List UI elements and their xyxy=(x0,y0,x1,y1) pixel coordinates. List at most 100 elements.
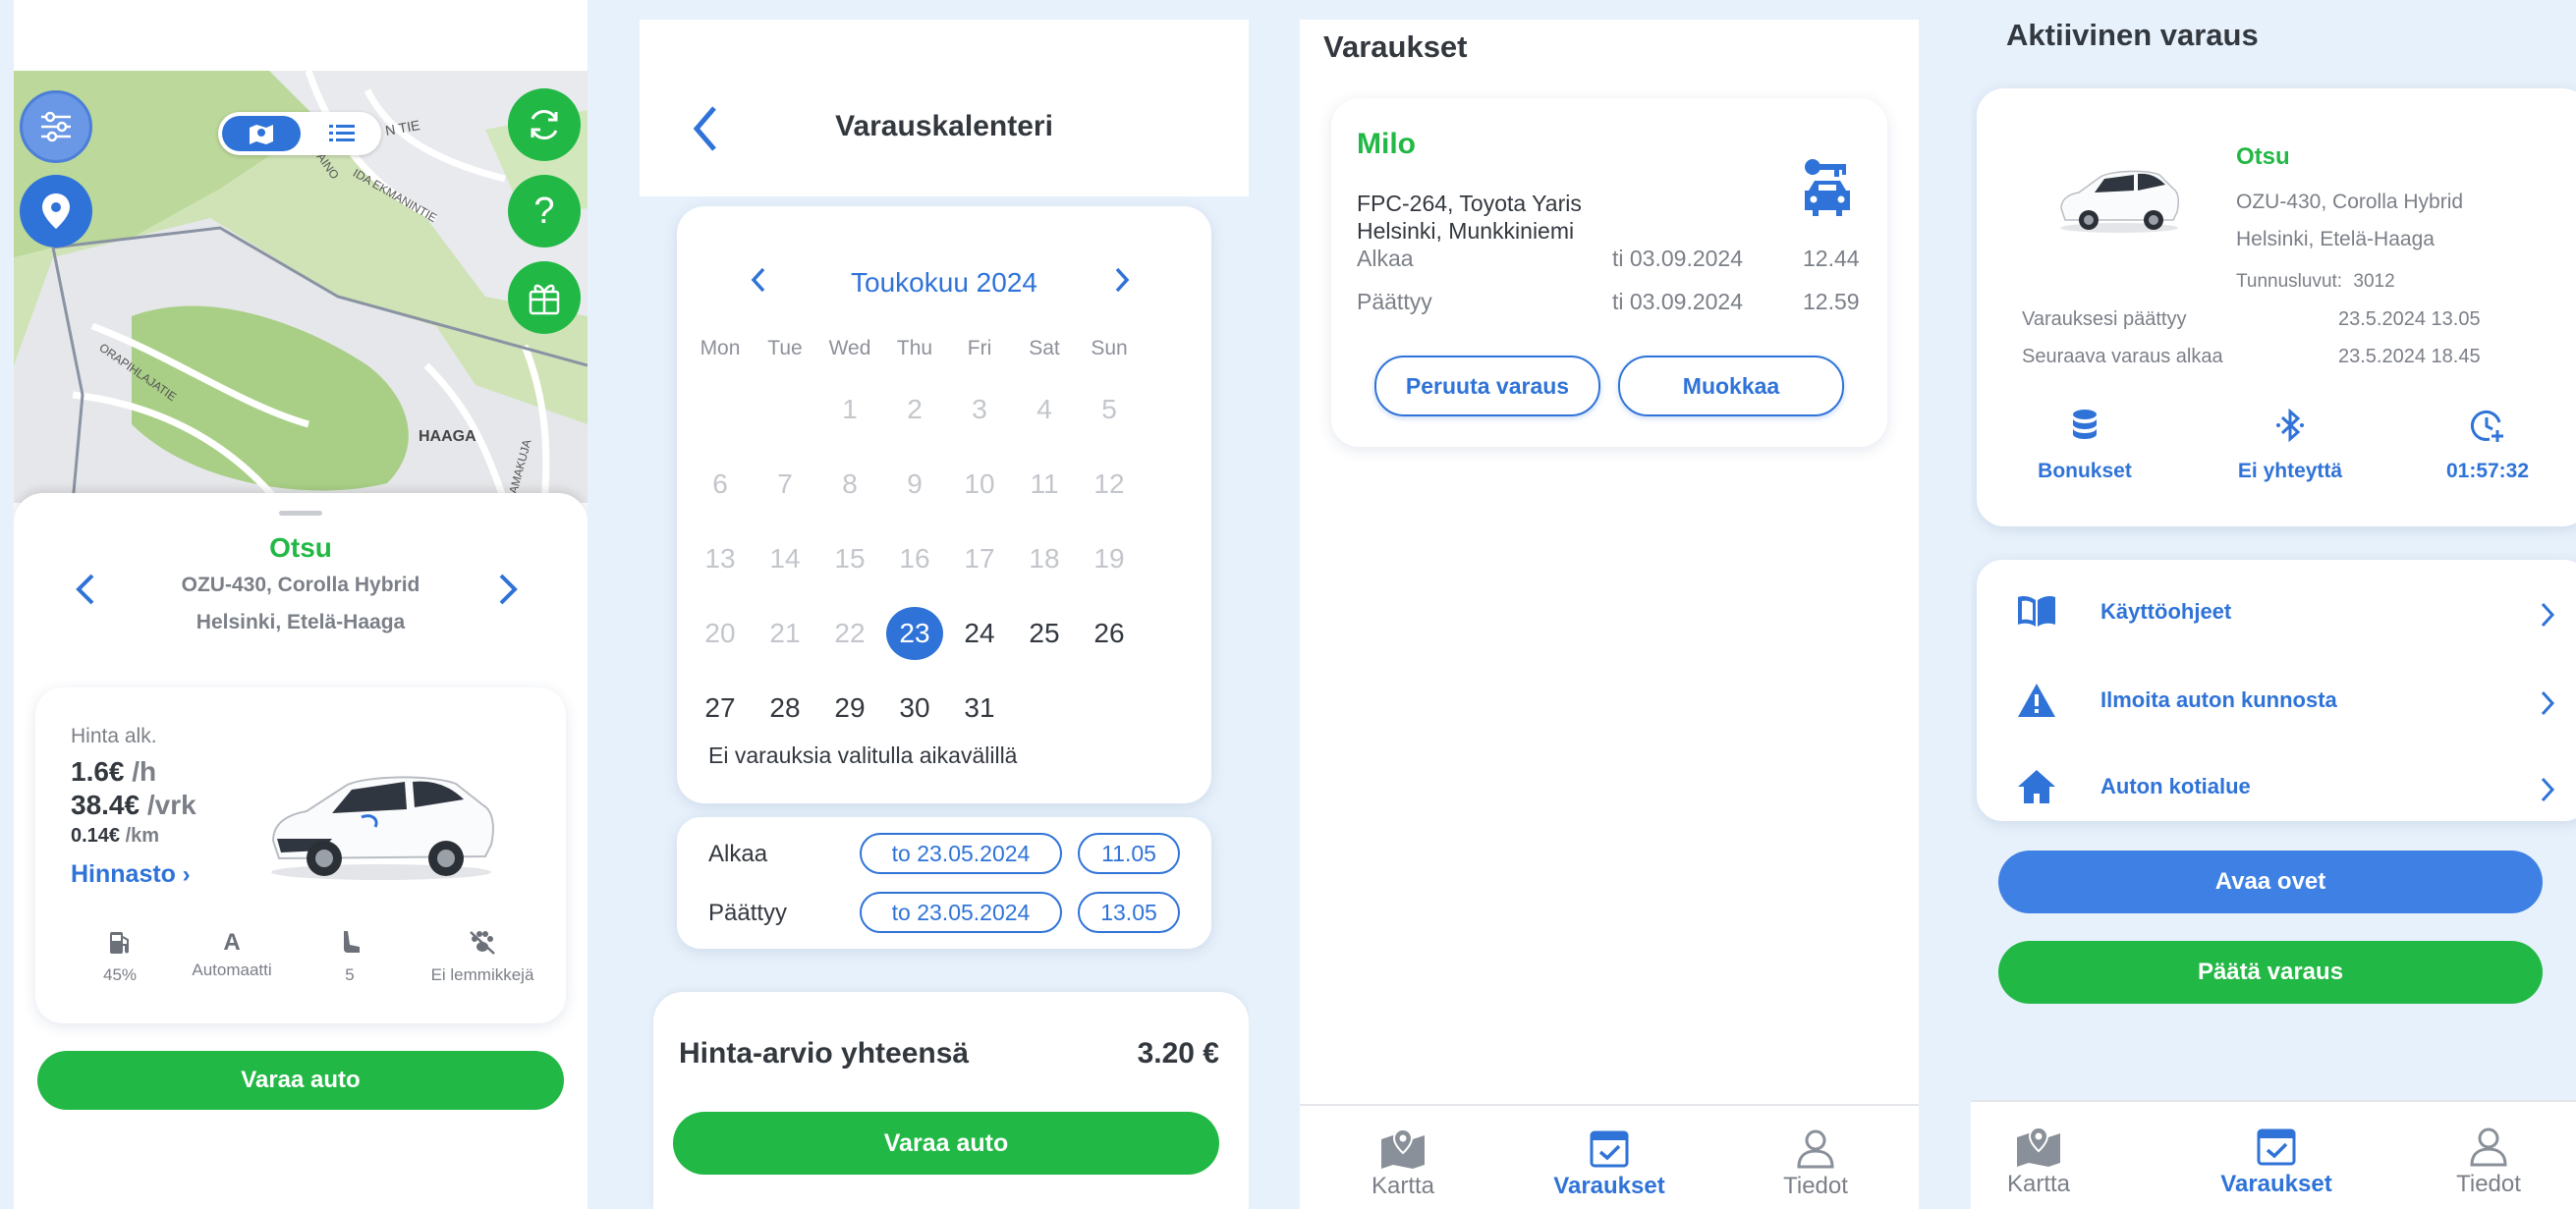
map-view-toggle[interactable] xyxy=(222,116,301,151)
nav-info[interactable]: Tiedot xyxy=(1762,1127,1870,1200)
calendar-day-selected[interactable]: 23 xyxy=(886,607,943,660)
end-date-field[interactable]: to 23.05.2024 xyxy=(860,892,1062,933)
start-time-field[interactable]: 11.05 xyxy=(1078,833,1180,874)
weekday-label: Sun xyxy=(1091,337,1128,359)
next-car-button[interactable] xyxy=(493,572,529,611)
calendar-day[interactable]: 25 xyxy=(1015,609,1074,658)
code-row: Tunnusluvut: 3012 xyxy=(2236,271,2395,293)
list-icon xyxy=(329,125,355,141)
map-label: HAAGA xyxy=(419,428,476,445)
page-title: Varaukset xyxy=(1323,29,1468,64)
filter-sliders-icon xyxy=(41,111,71,142)
weekday-label: Wed xyxy=(828,337,871,359)
booking-car-location: Helsinki, Munkkiniemi xyxy=(1357,218,1575,244)
refresh-icon xyxy=(531,109,558,140)
calendar-day: 22 xyxy=(834,618,866,648)
calendar-day: 15 xyxy=(834,543,866,574)
feature-seats: 5 xyxy=(301,929,399,985)
calendar-day[interactable]: 31 xyxy=(950,684,1009,733)
fuel-icon xyxy=(110,932,129,954)
price-card: Hinta alk. 1.6€ /h 38.4€ /vrk 0.14€ /km … xyxy=(35,687,566,1023)
calendar-day[interactable]: 24 xyxy=(950,609,1009,658)
calendar-check-icon xyxy=(2257,1128,2296,1166)
back-button[interactable] xyxy=(689,102,728,155)
calendar-day: 2 xyxy=(907,394,923,424)
book-car-button[interactable]: Varaa auto xyxy=(37,1051,564,1110)
previous-month-button[interactable] xyxy=(748,265,777,304)
chevron-right-icon xyxy=(499,574,518,605)
list-view-toggle[interactable] xyxy=(307,116,377,151)
calendar-day[interactable]: 29 xyxy=(820,684,879,733)
end-booking-button[interactable]: Päätä varaus xyxy=(1998,941,2543,1004)
calendar-day: 1 xyxy=(842,394,858,424)
feature-transmission: A Automaatti xyxy=(183,929,281,980)
price-day-value: 38.4€ xyxy=(71,790,140,820)
calendar-day: 9 xyxy=(907,468,923,499)
weekday-label: Tue xyxy=(767,337,803,359)
booking-end-label: Päättyy xyxy=(1357,289,1432,314)
feature-fuel: 45% xyxy=(71,929,169,985)
nav-info[interactable]: Tiedot xyxy=(2435,1126,2543,1198)
end-time-field[interactable]: 13.05 xyxy=(1078,892,1180,933)
book-icon xyxy=(2018,596,2055,627)
calendar-day[interactable]: 26 xyxy=(1080,609,1139,658)
booking-start-time: 12.44 xyxy=(1803,246,1860,271)
calendar-day: 16 xyxy=(899,543,930,574)
month-label: Toukokuu 2024 xyxy=(851,267,1037,298)
start-date-field[interactable]: to 23.05.2024 xyxy=(860,833,1062,874)
timer-label: 01:57:32 xyxy=(2445,460,2530,482)
menu-item-instructions[interactable]: Käyttöohjeet xyxy=(1977,579,2576,644)
chevron-right-icon xyxy=(2541,690,2555,716)
car-sheet: Otsu OZU-430, Corolla Hybrid Helsinki, E… xyxy=(14,493,588,1209)
cancel-booking-button[interactable]: Peruuta varaus xyxy=(1374,356,1600,416)
chevron-right-icon: › xyxy=(175,861,191,888)
book-car-button[interactable]: Varaa auto xyxy=(673,1112,1219,1175)
bluetooth-item[interactable]: Ei yhteyttä xyxy=(2216,408,2364,483)
nav-bookings[interactable]: Varaukset xyxy=(1545,1127,1673,1200)
booking-car-name: Milo xyxy=(1357,128,1416,160)
nav-map[interactable]: Kartta xyxy=(1349,1127,1457,1200)
next-month-button[interactable] xyxy=(1111,265,1141,304)
screen-bookings: Varaukset Milo FPC-264, Toyota Yaris Hel… xyxy=(1300,0,1919,1209)
nav-map-label: Kartta xyxy=(2006,1171,2071,1197)
menu-item-label: Käyttöohjeet xyxy=(2100,599,2232,624)
calendar-day: 18 xyxy=(1029,543,1060,574)
help-button[interactable]: ? xyxy=(508,175,581,247)
person-icon xyxy=(1797,1129,1834,1169)
price-km-value: 0.14€ xyxy=(71,825,121,847)
calendar-day: 20 xyxy=(704,618,736,648)
sheet-handle[interactable] xyxy=(279,511,322,516)
no-bookings-text: Ei varauksia valitulla aikavälillä xyxy=(708,742,1018,768)
refresh-button[interactable] xyxy=(508,88,581,161)
total-value: 3.20 € xyxy=(1137,1037,1219,1070)
nav-map[interactable]: Kartta xyxy=(1985,1126,2093,1198)
filter-button[interactable] xyxy=(20,90,92,163)
price-day-unit: /vrk xyxy=(146,790,196,820)
price-label: Hinta alk. xyxy=(71,725,157,747)
timer-item[interactable]: 01:57:32 xyxy=(2419,409,2556,483)
weekday-label: Thu xyxy=(896,337,933,359)
price-hour-value: 1.6€ xyxy=(71,756,125,787)
price-list-link[interactable]: Hinnasto › xyxy=(71,860,191,889)
menu-item-home-area[interactable]: Auton kotialue xyxy=(1977,754,2576,819)
calendar-day[interactable]: 30 xyxy=(885,684,944,733)
booking-ends-label: Varauksesi päättyy xyxy=(2022,308,2187,330)
calendar-day[interactable]: 28 xyxy=(756,684,814,733)
open-doors-button[interactable]: Avaa ovet xyxy=(1998,851,2543,913)
coins-icon xyxy=(2073,410,2097,439)
edit-booking-button[interactable]: Muokkaa xyxy=(1618,356,1844,416)
no-pets-icon xyxy=(470,931,495,955)
bottom-nav: Kartta Varaukset Tiedot xyxy=(1971,1100,2576,1209)
nav-bookings[interactable]: Varaukset xyxy=(2212,1126,2340,1198)
menu-item-report-condition[interactable]: Ilmoita auton kunnosta xyxy=(1977,668,2576,733)
calendar-day: 11 xyxy=(1030,468,1059,499)
person-icon xyxy=(2470,1127,2507,1167)
bonus-item[interactable]: Bonukset xyxy=(2016,409,2154,483)
code-label: Tunnusluvut: xyxy=(2236,271,2343,292)
gift-button[interactable] xyxy=(508,261,581,334)
calendar-day[interactable]: 27 xyxy=(691,684,750,733)
location-button[interactable] xyxy=(20,175,92,247)
previous-car-button[interactable] xyxy=(73,572,108,611)
chevron-right-icon xyxy=(1115,267,1130,293)
nav-bookings-label: Varaukset xyxy=(1553,1173,1665,1199)
